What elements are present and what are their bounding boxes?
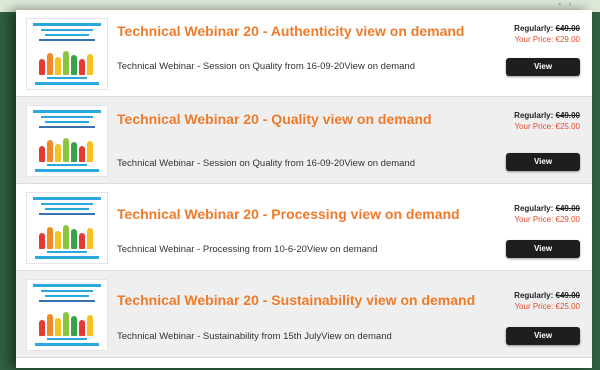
your-price: Your Price: €25.00	[490, 122, 580, 131]
list-item: Technical Webinar 20 - Quality view on d…	[16, 97, 592, 184]
webinar-thumbnail-image[interactable]	[26, 105, 108, 177]
regular-price: Regularly: €49.00	[490, 111, 580, 120]
regular-price-value: €49.00	[555, 24, 580, 33]
your-price-label: Your Price:	[514, 122, 554, 131]
price-block: Regularly: €49.00 Your Price: €29.00	[490, 24, 580, 44]
product-title-link[interactable]: Technical Webinar 20 - Quality view on d…	[117, 111, 432, 127]
product-title-link[interactable]: Technical Webinar 20 - Authenticity view…	[117, 23, 464, 39]
price-block: Regularly: €49.00 Your Price: €25.00	[490, 291, 580, 311]
view-button[interactable]: View	[506, 327, 580, 345]
list-item: Technical Webinar 20 - Sustainability vi…	[16, 271, 592, 358]
product-description: Technical Webinar - Processing from 10-6…	[117, 244, 378, 255]
product-list: Technical Webinar 20 - Authenticity view…	[16, 10, 592, 368]
your-price: Your Price: €29.00	[490, 35, 580, 44]
product-title-link[interactable]: Technical Webinar 20 - Sustainability vi…	[117, 292, 475, 308]
your-price-value: €25.00	[555, 122, 580, 131]
chevron-icons: ‹ ›	[557, 0, 574, 10]
view-button[interactable]: View	[506, 58, 580, 76]
product-description: Technical Webinar - Session on Quality f…	[117, 61, 416, 72]
view-button[interactable]: View	[506, 153, 580, 171]
regular-price: Regularly: €49.00	[490, 291, 580, 300]
your-price-label: Your Price:	[514, 35, 554, 44]
your-price-value: €29.00	[555, 35, 580, 44]
product-description: Technical Webinar - Session on Quality f…	[117, 158, 416, 169]
product-title-link[interactable]: Technical Webinar 20 - Processing view o…	[117, 206, 460, 222]
your-price: Your Price: €29.00	[490, 215, 580, 224]
product-description: Technical Webinar - Sustainability from …	[117, 331, 392, 342]
webinar-thumbnail-image[interactable]	[26, 18, 108, 90]
view-button[interactable]: View	[506, 240, 580, 258]
regular-price-label: Regularly:	[514, 291, 554, 300]
regular-price: Regularly: €49.00	[490, 24, 580, 33]
price-block: Regularly: €49.00 Your Price: €29.00	[490, 204, 580, 224]
regular-price-label: Regularly:	[514, 204, 554, 213]
price-block: Regularly: €49.00 Your Price: €25.00	[490, 111, 580, 131]
your-price-label: Your Price:	[514, 302, 554, 311]
webinar-thumbnail-image[interactable]	[26, 192, 108, 264]
regular-price-label: Regularly:	[514, 24, 554, 33]
regular-price-value: €49.00	[555, 291, 580, 300]
list-item: Technical Webinar 20 - Authenticity view…	[16, 10, 592, 97]
regular-price: Regularly: €49.00	[490, 204, 580, 213]
webinar-thumbnail-image[interactable]	[26, 279, 108, 351]
your-price-value: €29.00	[555, 215, 580, 224]
regular-price-label: Regularly:	[514, 111, 554, 120]
your-price: Your Price: €25.00	[490, 302, 580, 311]
list-item: Technical Webinar 20 - Processing view o…	[16, 184, 592, 271]
your-price-value: €25.00	[555, 302, 580, 311]
regular-price-value: €49.00	[555, 204, 580, 213]
your-price-label: Your Price:	[514, 215, 554, 224]
regular-price-value: €49.00	[555, 111, 580, 120]
